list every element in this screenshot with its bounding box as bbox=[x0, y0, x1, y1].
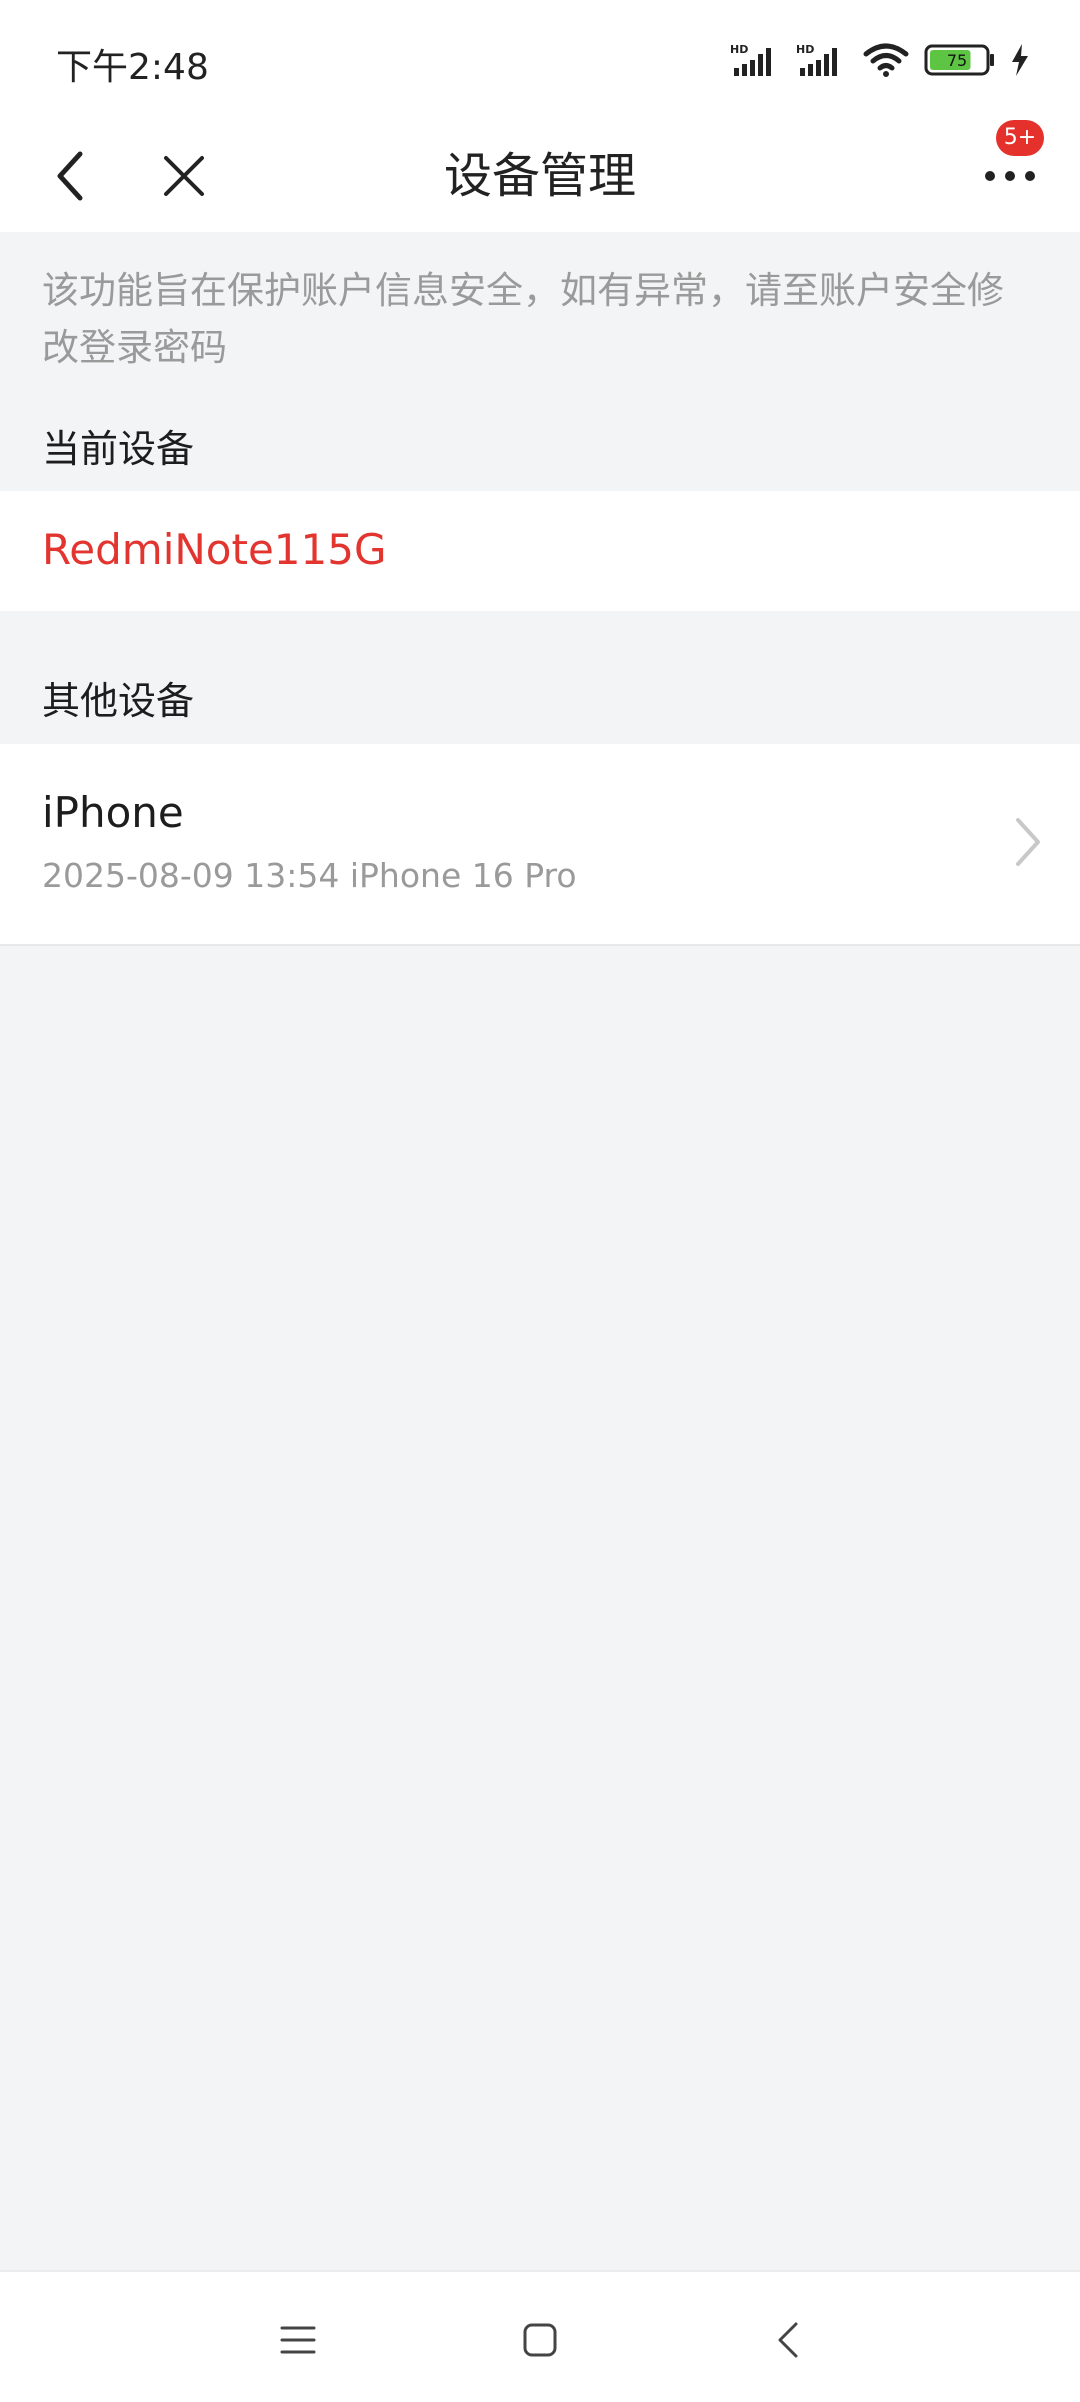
charging-icon bbox=[1012, 44, 1028, 76]
signal-2-icon: HD bbox=[796, 43, 837, 76]
more-dots-icon bbox=[985, 171, 1035, 181]
other-device-name: iPhone bbox=[42, 788, 184, 837]
top-nav: 设备管理 bbox=[0, 120, 1080, 232]
battery-icon: 75 bbox=[924, 44, 994, 76]
wifi-icon bbox=[863, 43, 909, 77]
status-bar: 下午2:48 HD HD 75 bbox=[0, 0, 1080, 120]
status-time: 下午2:48 bbox=[56, 47, 209, 88]
security-notice: 该功能旨在保护账户信息安全，如有异常，请至账户安全修改登录密码 bbox=[42, 269, 1004, 369]
menu-icon bbox=[280, 2326, 316, 2354]
status-icons: HD HD 75 bbox=[730, 40, 1030, 80]
home-button[interactable] bbox=[512, 2312, 568, 2368]
system-back-icon bbox=[778, 2322, 798, 2358]
home-icon bbox=[523, 2323, 557, 2357]
other-devices-label: 其他设备 bbox=[42, 679, 195, 723]
signal-hd-label: HD bbox=[730, 43, 748, 56]
other-device-row[interactable]: iPhone 2025-08-09 13:54 iPhone 16 Pro bbox=[0, 744, 1080, 946]
current-device-name: RedmiNote115G bbox=[42, 525, 387, 574]
system-back-button[interactable] bbox=[760, 2312, 816, 2368]
other-device-detail: 2025-08-09 13:54 iPhone 16 Pro bbox=[42, 856, 577, 895]
signal-2-hd-label: HD bbox=[796, 43, 814, 56]
menu-button[interactable] bbox=[270, 2312, 326, 2368]
chevron-right-icon bbox=[1016, 818, 1040, 866]
battery-level: 75 bbox=[947, 51, 967, 70]
signal-icon: HD bbox=[730, 43, 771, 76]
notification-badge: 5+ bbox=[996, 120, 1044, 156]
page-title: 设备管理 bbox=[443, 148, 636, 204]
current-device-row: RedmiNote115G bbox=[0, 491, 1080, 611]
current-device-label: 当前设备 bbox=[42, 427, 195, 471]
system-nav-bar bbox=[0, 2270, 1080, 2402]
